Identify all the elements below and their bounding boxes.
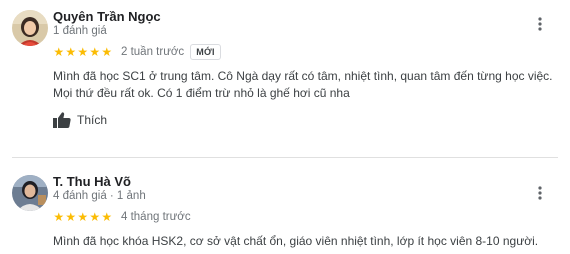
review-text: Mình đã học SC1 ở trung tâm. Cô Ngà dạy … bbox=[53, 69, 553, 100]
avatar-photo-icon bbox=[12, 10, 48, 46]
review-text: Mình đã học khóa HSK2, cơ sở vật chất ổn… bbox=[53, 234, 539, 248]
like-label: Thích bbox=[77, 113, 108, 127]
star-icon: ★ bbox=[77, 210, 89, 224]
star-icon: ★ bbox=[53, 45, 65, 59]
author-meta: 1 đánh giá bbox=[53, 25, 107, 37]
author-meta: 4 đánh giá · 1 ảnh bbox=[53, 190, 146, 202]
star-icon: ★ bbox=[65, 45, 77, 59]
review-age: 4 tháng trước bbox=[121, 211, 191, 223]
star-icon: ★ bbox=[101, 210, 113, 224]
rating-row: ★ ★ ★ ★ ★ 4 tháng trước bbox=[53, 208, 191, 226]
more-vert-icon bbox=[538, 186, 542, 200]
review-card: Quyên Trần Ngọc 1 đánh giá ★ ★ ★ ★ ★ 2 t… bbox=[0, 0, 570, 150]
star-icon: ★ bbox=[65, 210, 77, 224]
star-icon: ★ bbox=[101, 45, 113, 59]
avatar-photo-icon bbox=[12, 175, 48, 211]
author-name[interactable]: Quyên Trần Ngọc bbox=[53, 9, 161, 24]
more-options-button[interactable] bbox=[530, 14, 550, 34]
star-rating: ★ ★ ★ ★ ★ bbox=[53, 46, 113, 58]
author-name[interactable]: T. Thu Hà Võ bbox=[53, 174, 131, 189]
review-age: 2 tuần trước bbox=[121, 46, 185, 58]
more-vert-icon bbox=[538, 17, 542, 31]
thumbs-up-icon bbox=[53, 112, 71, 128]
more-options-button[interactable] bbox=[530, 183, 550, 203]
new-badge: MỚI bbox=[190, 44, 221, 60]
avatar[interactable] bbox=[12, 10, 48, 46]
rating-row: ★ ★ ★ ★ ★ 2 tuần trước MỚI bbox=[53, 43, 221, 61]
avatar[interactable] bbox=[12, 175, 48, 211]
review-card: T. Thu Hà Võ 4 đánh giá · 1 ảnh ★ ★ ★ ★ … bbox=[0, 168, 570, 254]
star-icon: ★ bbox=[89, 210, 101, 224]
like-button[interactable]: Thích bbox=[53, 112, 107, 128]
review-divider bbox=[12, 157, 558, 158]
star-icon: ★ bbox=[53, 210, 65, 224]
star-icon: ★ bbox=[77, 45, 89, 59]
star-icon: ★ bbox=[89, 45, 101, 59]
star-rating: ★ ★ ★ ★ ★ bbox=[53, 211, 113, 223]
